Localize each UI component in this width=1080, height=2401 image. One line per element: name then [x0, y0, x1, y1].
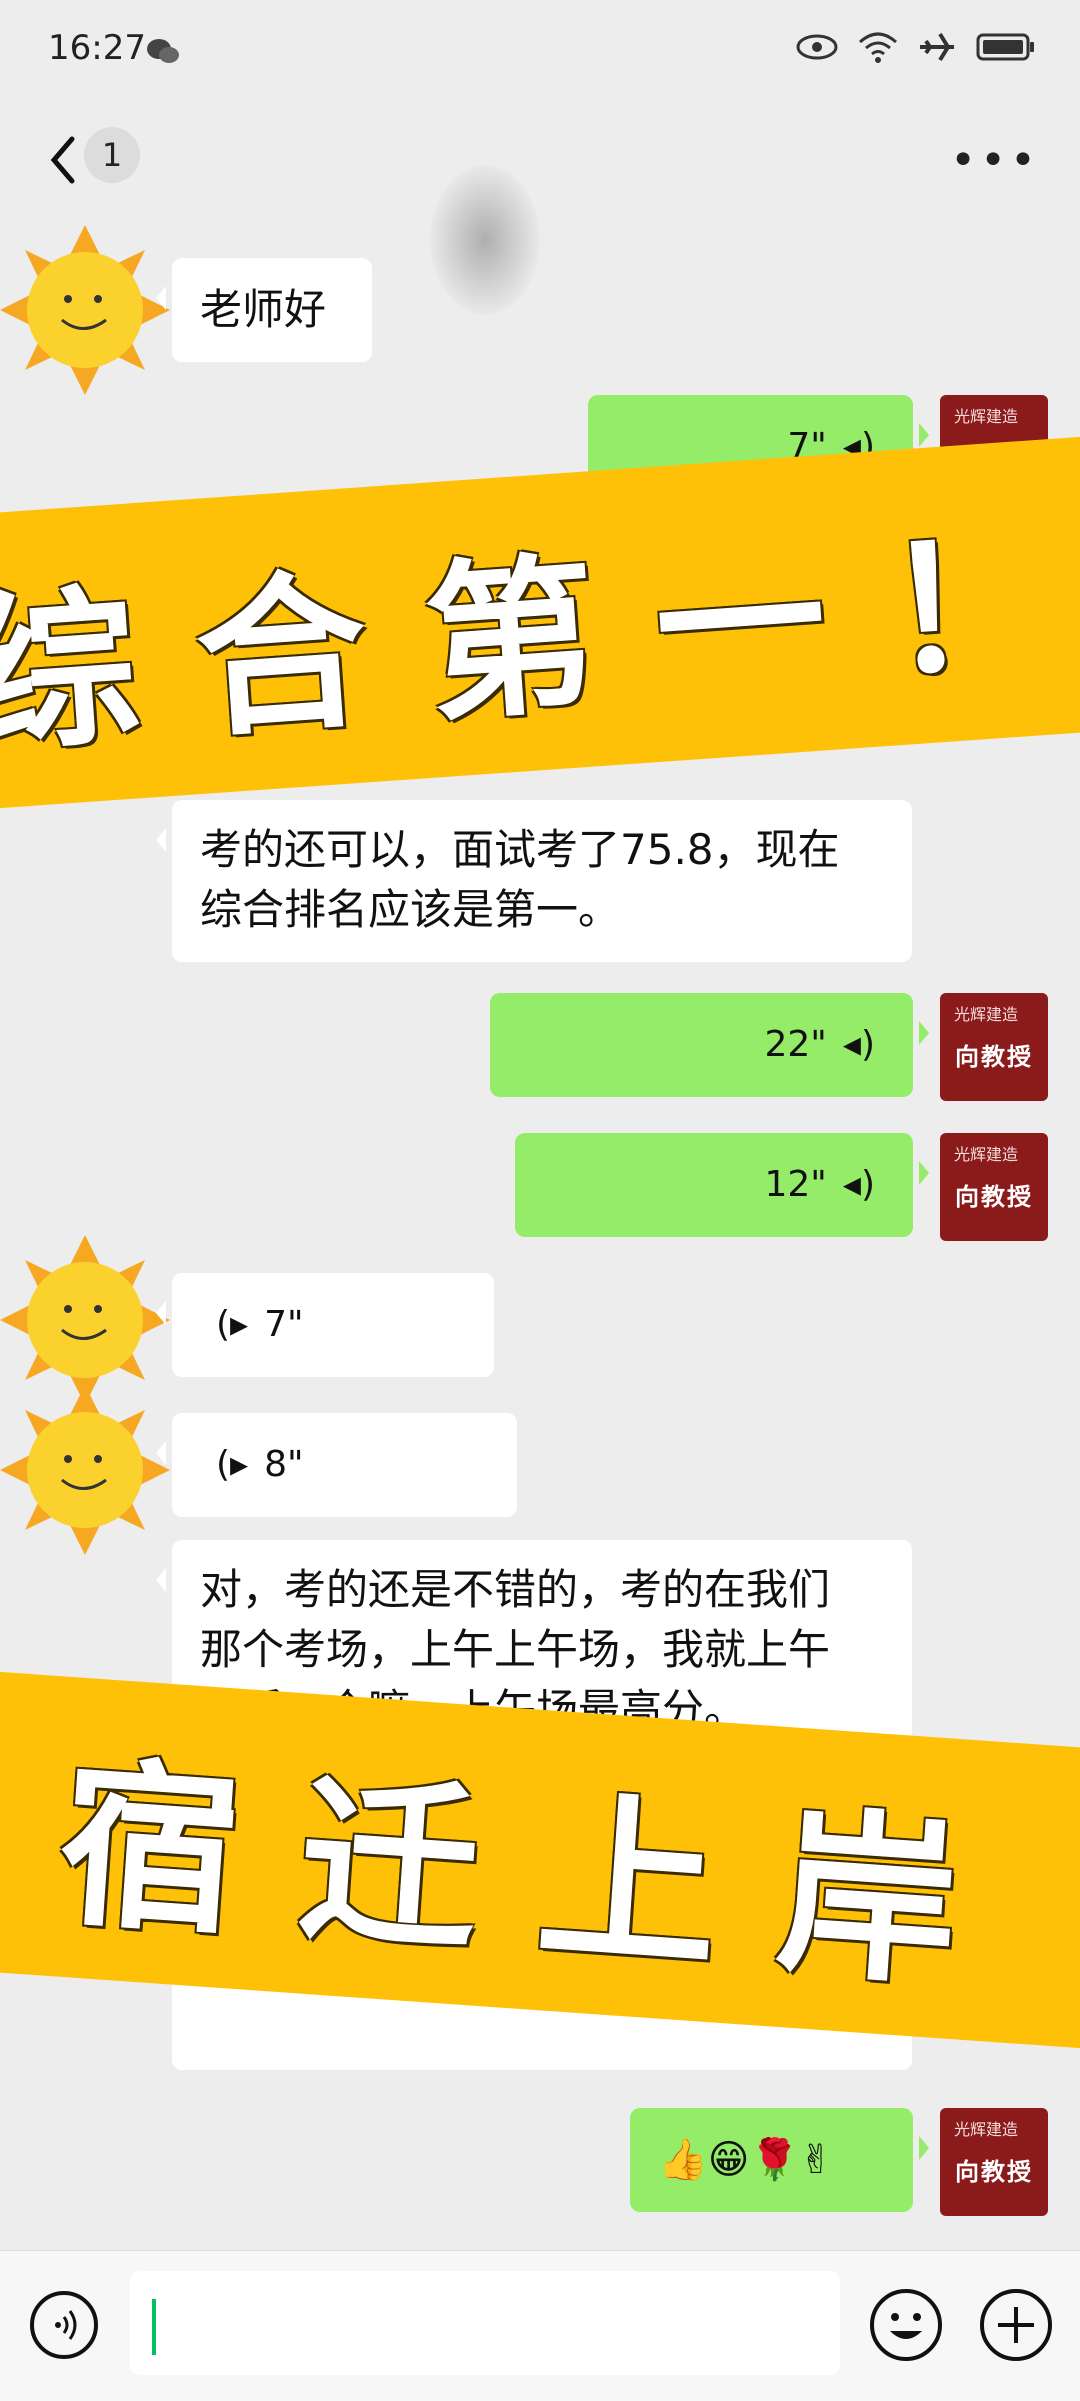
- voice-wave-icon: ◂): [842, 1164, 875, 1205]
- voice-wave-icon: [55, 2310, 77, 2340]
- voice-wave-icon: (▸: [216, 1304, 249, 1345]
- more-options-button[interactable]: •••: [950, 135, 1040, 186]
- message-text-line: 对，考的还是不错的，考的在我们: [200, 1565, 831, 1614]
- teacher-avatar-name: 向教授: [955, 1042, 1033, 1071]
- wifi-icon: [859, 32, 897, 63]
- teacher-avatar[interactable]: 光辉建造 向教授: [940, 993, 1048, 1101]
- student-avatar[interactable]: [0, 225, 170, 395]
- teacher-avatar[interactable]: 光辉建造 向教授: [940, 2108, 1048, 2216]
- teacher-avatar-name: 向教授: [955, 1182, 1033, 1211]
- message-text: 老师好: [200, 285, 327, 334]
- blurred-contact-name: [430, 165, 540, 315]
- eye-icon: [796, 34, 838, 60]
- message-bubble-incoming[interactable]: 老师好: [156, 258, 372, 362]
- teacher-avatar-logo: 光辉建造: [954, 2120, 1019, 2139]
- emoji-message: 👍😁🌹✌: [658, 2137, 833, 2183]
- wechat-icon: [147, 39, 179, 63]
- emoji-icon[interactable]: [868, 2287, 944, 2363]
- teacher-avatar[interactable]: 光辉建造 向教授: [940, 1133, 1048, 1241]
- teacher-avatar-name: 向教授: [955, 2157, 1033, 2186]
- voice-message-outgoing[interactable]: 12" ◂): [515, 1133, 929, 1237]
- status-bar: 16:27: [0, 0, 1080, 105]
- message-text-line: 综合排名应该是第一。: [200, 885, 621, 934]
- voice-duration: 22": [764, 1024, 827, 1065]
- student-avatar[interactable]: [0, 1385, 170, 1555]
- status-time: 16:27: [48, 28, 146, 68]
- voice-message-incoming[interactable]: (▸ 8": [156, 1413, 517, 1517]
- message-input[interactable]: [130, 2271, 840, 2375]
- voice-wave-icon: ◂): [842, 1024, 875, 1065]
- message-bubble-outgoing[interactable]: 👍😁🌹✌: [630, 2108, 929, 2212]
- teacher-avatar-logo: 光辉建造: [954, 1005, 1019, 1024]
- message-text-line: 那个考场，上午上午场，我就上午: [200, 1625, 831, 1674]
- message-text-line: 考的还可以，面试考了75.8，现在: [200, 825, 840, 874]
- chat-header: 1 •••: [0, 105, 1080, 315]
- voice-message-incoming[interactable]: (▸ 7": [156, 1273, 494, 1377]
- voice-wave-icon: (▸: [216, 1444, 249, 1485]
- voice-duration: 8": [264, 1444, 304, 1485]
- banner-bottom: 宿迁上岸: [0, 1668, 1080, 2052]
- airplane-icon: [920, 32, 954, 62]
- banner-bottom-text: 宿迁上岸: [52, 1737, 1026, 2015]
- voice-input-button[interactable]: [30, 2291, 98, 2359]
- teacher-avatar-logo: 光辉建造: [954, 1145, 1019, 1164]
- banner-top: 综合第一！: [0, 433, 1080, 812]
- voice-duration: 12": [764, 1164, 827, 1205]
- voice-duration: 7": [264, 1304, 304, 1345]
- banner-top-text: 综合第一！: [0, 497, 1080, 778]
- student-avatar[interactable]: [0, 1235, 170, 1405]
- battery-icon: [976, 33, 1034, 61]
- text-caret: [152, 2299, 156, 2355]
- chat-input-bar: [0, 2250, 1080, 2401]
- plus-icon[interactable]: [978, 2287, 1054, 2363]
- unread-count-badge[interactable]: 1: [84, 127, 140, 183]
- message-bubble-incoming[interactable]: 考的还可以，面试考了75.8，现在 综合排名应该是第一。: [156, 800, 912, 962]
- teacher-avatar-logo: 光辉建造: [954, 407, 1019, 426]
- voice-message-outgoing[interactable]: 22" ◂): [490, 993, 929, 1097]
